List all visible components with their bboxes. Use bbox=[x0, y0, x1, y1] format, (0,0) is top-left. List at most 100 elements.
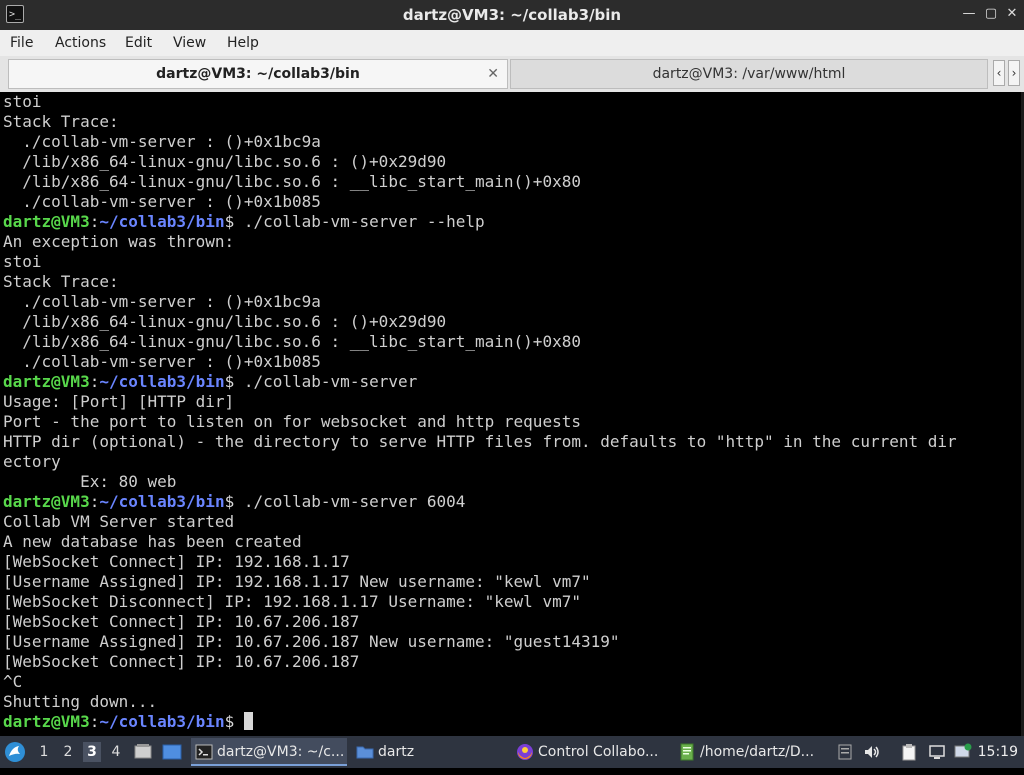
terminal-output-line: [WebSocket Connect] IP: 10.67.206.187 bbox=[3, 612, 360, 631]
terminal-output-line: /lib/x86_64-linux-gnu/libc.so.6 : __libc… bbox=[3, 332, 581, 351]
terminal-output-line: Ex: 80 web bbox=[3, 472, 177, 491]
task-file-manager[interactable]: dartz bbox=[352, 738, 502, 766]
window-titlebar[interactable]: >_ dartz@VM3: ~/collab3/bin — ▢ ✕ bbox=[0, 0, 1024, 30]
terminal-output-line: /lib/x86_64-linux-gnu/libc.so.6 : ()+0x2… bbox=[3, 152, 447, 171]
terminal-output-line: /lib/x86_64-linux-gnu/libc.so.6 : __libc… bbox=[3, 172, 581, 191]
menu-help[interactable]: Help bbox=[227, 30, 259, 56]
terminal-output-line: stoi bbox=[3, 252, 42, 271]
task-text-editor[interactable]: /home/dartz/D... bbox=[674, 738, 824, 766]
workspace-2[interactable]: 2 bbox=[59, 742, 77, 762]
clipboard-icon[interactable] bbox=[900, 743, 918, 761]
terminal-output-line: ./collab-vm-server : ()+0x1bc9a bbox=[3, 132, 321, 151]
task-label: /home/dartz/D... bbox=[700, 744, 815, 760]
taskbar: 1 2 3 4 dartz@VM3: ~/c... dartz Control … bbox=[0, 736, 1024, 768]
minimize-icon[interactable]: — bbox=[960, 5, 978, 23]
prompt-path: ~/collab3/bin bbox=[99, 712, 225, 731]
terminal-output-line: [WebSocket Connect] IP: 10.67.206.187 bbox=[3, 652, 360, 671]
terminal-cursor[interactable] bbox=[243, 712, 253, 730]
tab-scroll-right-icon[interactable]: › bbox=[1008, 60, 1020, 86]
prompt-dollar: $ bbox=[224, 712, 235, 731]
tab-scroll-left-icon[interactable]: ‹ bbox=[993, 60, 1005, 86]
prompt-separator: : bbox=[89, 372, 100, 391]
terminal-output-line: [WebSocket Connect] IP: 192.168.1.17 bbox=[3, 552, 350, 571]
task-label: dartz@VM3: ~/c... bbox=[217, 744, 345, 760]
prompt-user: dartz@VM3 bbox=[3, 712, 90, 731]
prompt-command: ./collab-vm-server --help bbox=[234, 212, 485, 231]
prompt-path: ~/collab3/bin bbox=[99, 492, 225, 511]
terminal-prompt-line: dartz@VM3:~/collab3/bin$ ./collab-vm-ser… bbox=[3, 212, 485, 232]
terminal-output-line: Stack Trace: bbox=[3, 272, 119, 291]
close-icon[interactable]: ✕ bbox=[1003, 5, 1021, 23]
task-label: Control Collabo... bbox=[538, 744, 659, 760]
prompt-separator: : bbox=[89, 212, 100, 231]
terminal-output-line: [WebSocket Disconnect] IP: 192.168.1.17 … bbox=[3, 592, 581, 611]
workspace-1[interactable]: 1 bbox=[35, 742, 53, 762]
tab-close-icon[interactable]: ✕ bbox=[487, 60, 499, 88]
app-menu-icon[interactable] bbox=[836, 743, 854, 761]
terminal-output-line: ./collab-vm-server : ()+0x1b085 bbox=[3, 352, 321, 371]
task-label: dartz bbox=[378, 744, 415, 760]
task-terminal[interactable]: dartz@VM3: ~/c... bbox=[191, 738, 347, 766]
terminal-output-line: Port - the port to listen on for websock… bbox=[3, 412, 581, 431]
menu-bar: File Actions Edit View Help bbox=[0, 30, 1024, 57]
workspace-4[interactable]: 4 bbox=[107, 742, 125, 762]
folder-icon bbox=[356, 746, 374, 759]
show-desktop-icon bbox=[134, 744, 152, 759]
task-firefox[interactable]: Control Collabo... bbox=[512, 738, 670, 766]
terminal-output-line: ^C bbox=[3, 672, 23, 691]
terminal-prompt-line: dartz@VM3:~/collab3/bin$ bbox=[3, 712, 253, 732]
prompt-command: ./collab-vm-server 6004 bbox=[234, 492, 466, 511]
terminal-output[interactable]: stoi Stack Trace: ./collab-vm-server : ()… bbox=[0, 92, 1024, 736]
terminal-output-line: HTTP dir (optional) - the directory to s… bbox=[3, 432, 957, 451]
terminal-output-line: A new database has been created bbox=[3, 532, 302, 551]
terminal-prompt-line: dartz@VM3:~/collab3/bin$ ./collab-vm-ser… bbox=[3, 372, 417, 392]
prompt-separator: : bbox=[89, 492, 100, 511]
menu-file[interactable]: File bbox=[10, 30, 33, 56]
text-editor-icon bbox=[680, 743, 694, 761]
terminal-output-line: ./collab-vm-server : ()+0x1b085 bbox=[3, 192, 321, 211]
prompt-dollar: $ bbox=[224, 212, 235, 231]
tab-var-www-html[interactable]: dartz@VM3: /var/www/html bbox=[510, 59, 988, 89]
start-menu-button[interactable] bbox=[4, 736, 28, 768]
terminal-output-line: An exception was thrown: bbox=[3, 232, 235, 251]
tab-bar: dartz@VM3: ~/collab3/bin ✕ dartz@VM3: /v… bbox=[0, 56, 1024, 92]
clock[interactable]: 15:19 bbox=[978, 736, 1018, 768]
update-notifier-icon[interactable] bbox=[954, 743, 972, 761]
tab-label: dartz@VM3: ~/collab3/bin bbox=[156, 66, 360, 82]
terminal-output-line: Shutting down... bbox=[3, 692, 158, 711]
terminal-output-line: Collab VM Server started bbox=[3, 512, 235, 531]
workspace-3[interactable]: 3 bbox=[83, 742, 101, 762]
prompt-dollar: $ bbox=[224, 492, 235, 511]
firefox-icon bbox=[517, 744, 533, 760]
menu-view[interactable]: View bbox=[173, 30, 206, 56]
menu-edit[interactable]: Edit bbox=[125, 30, 152, 56]
terminal-output-line: Stack Trace: bbox=[3, 112, 119, 131]
prompt-user: dartz@VM3 bbox=[3, 492, 90, 511]
terminal-output-line: stoi bbox=[3, 92, 42, 111]
terminal-output-line: /lib/x86_64-linux-gnu/libc.so.6 : ()+0x2… bbox=[3, 312, 447, 331]
tab-collab3-bin[interactable]: dartz@VM3: ~/collab3/bin ✕ bbox=[8, 59, 508, 89]
volume-icon[interactable] bbox=[863, 743, 881, 761]
terminal-output-line: [Username Assigned] IP: 10.67.206.187 Ne… bbox=[3, 632, 620, 651]
terminal-output-line: ./collab-vm-server : ()+0x1bc9a bbox=[3, 292, 321, 311]
terminal-output-line: Usage: [Port] [HTTP dir] bbox=[3, 392, 235, 411]
window-list-icon bbox=[162, 744, 182, 760]
show-desktop-button[interactable] bbox=[133, 736, 155, 768]
terminal-icon bbox=[195, 744, 213, 760]
terminal-output-line: ectory bbox=[3, 452, 61, 471]
window-title: dartz@VM3: ~/collab3/bin bbox=[402, 6, 622, 24]
tab-label: dartz@VM3: /var/www/html bbox=[652, 66, 846, 82]
prompt-path: ~/collab3/bin bbox=[99, 212, 225, 231]
window-switcher-button[interactable] bbox=[162, 736, 184, 768]
prompt-user: dartz@VM3 bbox=[3, 212, 90, 231]
terminal-prompt-line: dartz@VM3:~/collab3/bin$ ./collab-vm-ser… bbox=[3, 492, 465, 512]
prompt-dollar: $ bbox=[224, 372, 235, 391]
terminal-output-line: [Username Assigned] IP: 192.168.1.17 New… bbox=[3, 572, 591, 591]
prompt-command bbox=[234, 712, 244, 731]
maximize-icon[interactable]: ▢ bbox=[982, 5, 1000, 23]
prompt-separator: : bbox=[89, 712, 100, 731]
menu-actions[interactable]: Actions bbox=[55, 30, 106, 56]
network-icon[interactable] bbox=[928, 743, 946, 761]
prompt-user: dartz@VM3 bbox=[3, 372, 90, 391]
lubuntu-logo-icon bbox=[5, 742, 25, 762]
